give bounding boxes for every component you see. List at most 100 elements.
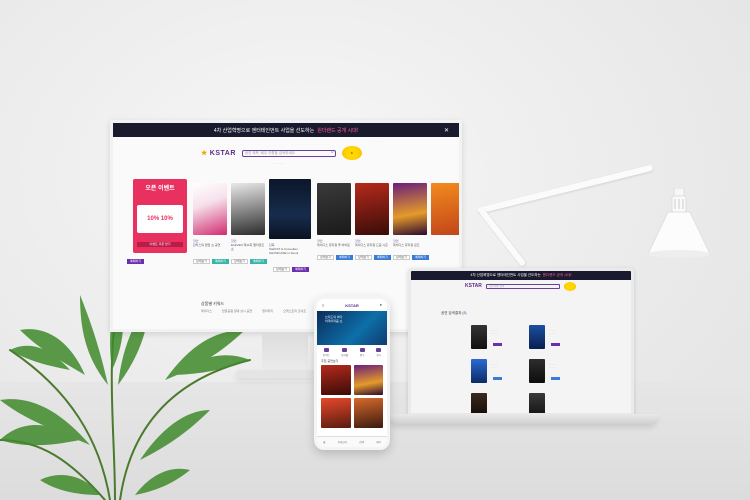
poster-image[interactable] [193,183,227,235]
detail-button[interactable]: 상세보기 [273,267,290,272]
category-item[interactable]: 뮤지컬 [341,347,348,357]
laptop-notice-banner[interactable]: 4차 산업혁명으로 엔터테인먼트 사업을 선도하는 원더랜드 공개 시대! [411,271,631,280]
banner-text: 4차 산업혁명으로 엔터테인먼트 사업을 선도하는 [470,273,541,277]
reserve-button[interactable]: 예매하기 [374,255,391,260]
promo-badge-icon[interactable]: ★ [341,146,362,160]
laptop-screen: 4차 산업혁명으로 엔터테인먼트 사업을 선도하는 원더랜드 공개 시대! KS… [408,268,634,416]
search-input[interactable]: 공연 제목 검색 [485,283,560,289]
reserve-button[interactable] [551,377,560,380]
result-poster[interactable] [529,325,545,349]
tab-search[interactable]: 검색 [359,440,364,444]
top-notice-banner[interactable]: 4차 산업혁명으로 엔터테인먼트 사업을 선도하는 원더랜드 공개 시대! ✕ [113,123,459,137]
kstar-logo[interactable]: ★ KSTAR [201,149,236,158]
poster-actions: 상세보기 예매하기 [193,259,229,264]
tab-category[interactable]: 카테고리 [338,440,347,444]
poster-image[interactable] [269,179,311,239]
keyword-item[interactable]: 오케스트라 콘서트 [283,309,306,313]
poster-image[interactable] [355,183,389,235]
poster-image[interactable] [231,183,265,235]
keyword-item[interactable]: 레이디스 [201,309,212,313]
search-input[interactable]: 공연 제목, 배우 이름을 검색하세요 ⌕ [241,149,336,157]
poster-meta: 할인 레이디스 뮤지컬 퀸즈 [393,239,420,247]
category-icon [376,347,382,352]
reserve-button[interactable]: 예매하기 [336,255,353,260]
event-coupon-button[interactable]: 이벤트 쿠폰 받기 [137,242,183,247]
open-event-card[interactable]: 오픈 이벤트 10% 10% 이벤트 쿠폰 받기 [133,179,187,253]
hero-line: 아쿠아리움 쇼 [325,319,343,323]
kstar-logo[interactable]: KSTAR [345,303,358,308]
phone-header: ≡ KSTAR ⌕ [317,299,387,311]
result-text: · · · · · · · · · [491,363,498,369]
poster-image[interactable] [317,183,351,235]
monitor-stand [262,332,308,372]
reserve-button[interactable] [493,377,502,380]
result-text: · · · · · · · · · [491,329,498,335]
poster-actions: 상세보기 예매하기 [317,255,353,260]
keyword-list: 레이디스 탑골공원 일대 상시 공연 밀리터리 오케스트라 콘서트 [201,309,306,313]
poster-meta: 단독 StarKST & Comedian SHOWCASE in Seoul [269,243,299,255]
reserve-button[interactable]: 예매하기 [212,259,229,264]
star-logo-icon: ★ [201,150,208,157]
result-poster[interactable] [529,393,545,413]
poster-grid [317,365,387,428]
detail-button[interactable]: 상세보기 [231,259,248,264]
laptop-base [388,414,658,424]
detail-button[interactable]: 상세보기 [317,255,334,260]
reserve-button[interactable]: 예매하기 [292,267,309,272]
results-title: 공연 검색결과 [441,311,462,315]
banner-highlight: 원더랜드 공개 시대! [542,273,572,277]
poster-meta: 할인 ELEVEN 제11회 엘리먼트 쇼 [231,239,265,251]
hero-banner[interactable]: 브리드의 바다 아쿠아리움 쇼 [317,311,387,345]
poster-actions: 상세보기 예매하기 [355,255,391,260]
keyword-item[interactable]: 밀리터리 [262,309,273,313]
search-placeholder: 공연 제목, 배우 이름을 검색하세요 [244,150,295,155]
result-text: · · · · · · · · · [549,363,556,369]
result-poster[interactable] [529,359,545,383]
result-poster[interactable] [471,325,487,349]
event-coupon: 10% 10% [137,205,183,233]
result-poster[interactable] [471,393,487,413]
category-row: 콘서트 뮤지컬 연극 전시 [317,345,387,359]
close-icon[interactable]: ✕ [444,127,449,134]
category-icon [359,347,365,352]
results-heading: 공연 검색결과 (8) [441,311,467,316]
poster-image[interactable] [393,183,427,235]
detail-button[interactable]: 상세보기 [355,255,372,260]
reserve-button[interactable]: 예매하기 [127,259,144,264]
top-links[interactable]: · · · · · [113,137,459,145]
reserve-button[interactable] [493,343,502,346]
poster-actions: 상세보기 예매하기 [393,255,429,260]
search-icon[interactable]: ⌕ [331,149,334,155]
search-icon[interactable]: ⌕ [380,302,382,307]
poster-meta: 할인 판타스틱 팬덤 쇼 공연 [193,239,221,247]
poster-image[interactable] [321,398,351,428]
reserve-button[interactable]: 예매하기 [250,259,267,264]
category-item[interactable]: 콘서트 [323,347,330,357]
reserve-button[interactable] [551,343,560,346]
kstar-logo[interactable]: KSTAR [465,283,482,289]
detail-button[interactable]: 상세보기 [393,255,410,260]
promo-badge-icon[interactable] [563,281,576,291]
poster-actions: 상세보기 예매하기 [273,267,309,272]
poster-actions: 상세보기 예매하기 [231,259,267,264]
poster-actions: 예매하기 [127,259,144,264]
reserve-button[interactable]: 예매하기 [412,255,429,260]
menu-icon[interactable]: ≡ [322,303,324,308]
poster-image[interactable] [353,398,383,428]
poster-image[interactable] [431,183,459,235]
category-nav[interactable]: · · · · · · · [113,161,459,171]
poster-image[interactable] [321,365,351,395]
tab-my[interactable]: 마이 [376,440,381,444]
result-poster[interactable] [471,359,487,383]
category-item[interactable]: 전시 [376,347,382,357]
lamp-arm-upper [477,164,654,214]
category-item[interactable]: 연극 [359,347,365,357]
phone-screen: ≡ KSTAR ⌕ 브리드의 바다 아쿠아리움 쇼 콘서트 뮤지컬 연극 전시 … [314,296,390,450]
tab-home[interactable]: 홈 [323,440,325,444]
detail-button[interactable]: 상세보기 [193,259,210,264]
mockup-scene: 4차 산업혁명으로 엔터테인먼트 사업을 선도하는 원더랜드 공개 시대! ✕ … [0,0,750,500]
poster-carousel: 오픈 이벤트 10% 10% 이벤트 쿠폰 받기 할인 판타스틱 팬덤 쇼 공연… [127,179,459,279]
category-icon [323,347,329,352]
poster-image[interactable] [353,365,383,395]
keyword-item[interactable]: 탑골공원 일대 상시 공연 [222,309,252,313]
